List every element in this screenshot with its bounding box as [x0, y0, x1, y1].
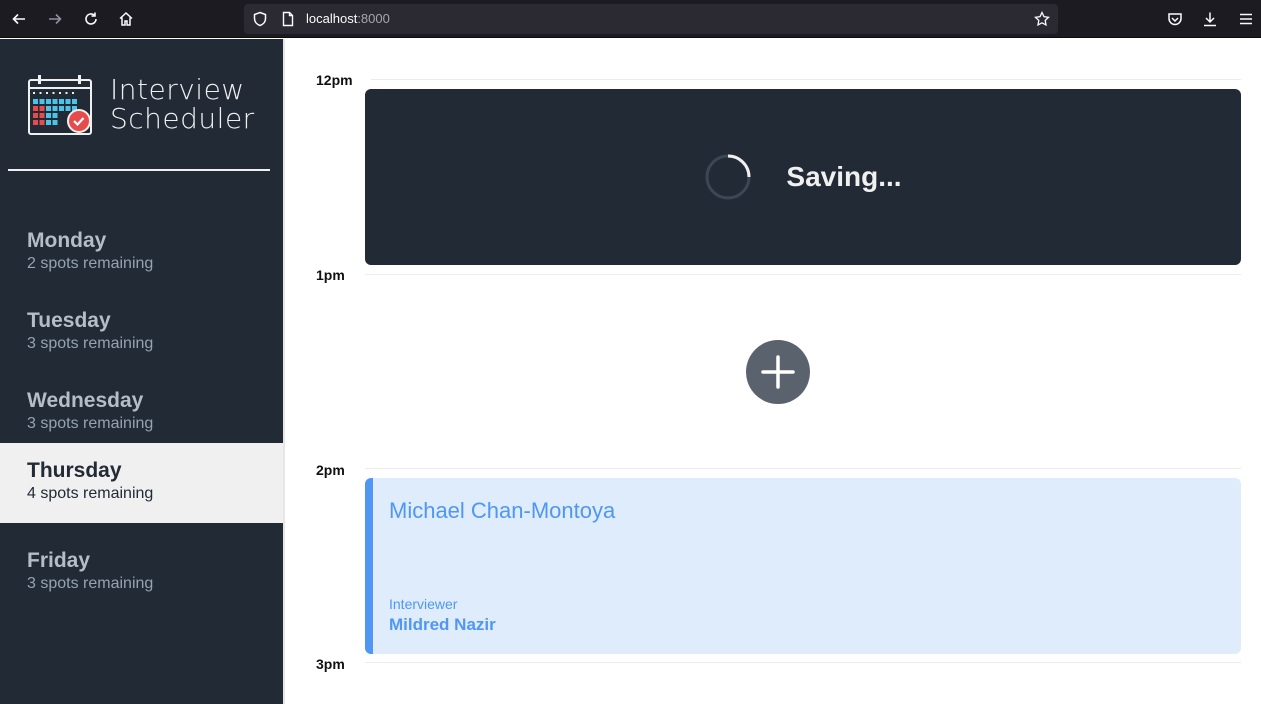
address-bar[interactable]: localhost:8000: [244, 4, 1058, 34]
reload-icon[interactable]: [79, 7, 103, 31]
day-spots: 4 spots remaining: [27, 485, 154, 502]
forward-arrow-icon[interactable]: [43, 7, 67, 31]
back-arrow-icon[interactable]: [7, 7, 31, 31]
saving-status: Saving...: [365, 89, 1241, 265]
downloads-icon[interactable]: [1198, 7, 1222, 31]
sidebar-divider: [8, 169, 270, 171]
loading-spinner-icon: [705, 154, 751, 200]
hour-separator: [365, 662, 1241, 663]
day-name: Tuesday: [27, 309, 111, 332]
day-item-thursday[interactable]: Thursday 4 spots remaining: [0, 443, 283, 523]
plus-icon: [761, 355, 795, 389]
app-title-line2: Scheduler: [110, 102, 255, 135]
day-spots: 3 spots remaining: [27, 575, 154, 592]
add-appointment-button[interactable]: [746, 340, 810, 404]
day-name: Thursday: [27, 459, 122, 482]
calendar-logo-icon: [28, 75, 92, 135]
schedule-panel: 12pm Saving... 1pm 2pm Michael Chan-Mont…: [283, 39, 1261, 704]
browser-toolbar: localhost:8000: [0, 0, 1261, 38]
day-name: Friday: [27, 549, 91, 572]
interviewer-name: Mildred Nazir: [389, 615, 496, 634]
time-label: 3pm: [316, 656, 345, 672]
hour-separator: [365, 468, 1241, 469]
day-name: Wednesday: [27, 389, 144, 412]
time-label: 12pm: [316, 72, 353, 88]
url-host: localhost: [306, 11, 358, 26]
day-item-friday[interactable]: Friday 3 spots remaining: [0, 533, 283, 613]
day-spots: 2 spots remaining: [27, 255, 154, 272]
url-text: localhost:8000: [306, 11, 390, 26]
day-item-tuesday[interactable]: Tuesday 3 spots remaining: [0, 293, 283, 373]
home-icon[interactable]: [114, 7, 138, 31]
shield-icon[interactable]: [252, 11, 268, 27]
saving-text: Saving...: [786, 161, 902, 192]
page-icon: [282, 11, 294, 27]
sidebar: Interview Scheduler Monday 2 spots remai…: [0, 39, 283, 704]
app-title: Interview Scheduler: [110, 75, 255, 133]
student-name: Michael Chan-Montoya: [389, 498, 616, 523]
url-port: :8000: [357, 11, 390, 26]
day-name: Monday: [27, 229, 107, 252]
day-item-wednesday[interactable]: Wednesday 3 spots remaining: [0, 373, 283, 453]
pocket-icon[interactable]: [1163, 7, 1187, 31]
day-spots: 3 spots remaining: [27, 415, 154, 432]
bookmark-star-icon[interactable]: [1034, 11, 1050, 27]
time-label: 1pm: [316, 267, 345, 283]
hour-separator: [365, 274, 1241, 275]
menu-icon[interactable]: [1234, 7, 1258, 31]
interviewer-label: Interviewer: [389, 596, 458, 612]
appointment-card[interactable]: Michael Chan-Montoya Interviewer Mildred…: [365, 478, 1241, 654]
app-title-line1: Interview: [110, 73, 245, 106]
hour-separator: [371, 79, 1241, 80]
day-spots: 3 spots remaining: [27, 335, 154, 352]
time-label: 2pm: [316, 462, 345, 478]
day-item-monday[interactable]: Monday 2 spots remaining: [0, 213, 283, 293]
